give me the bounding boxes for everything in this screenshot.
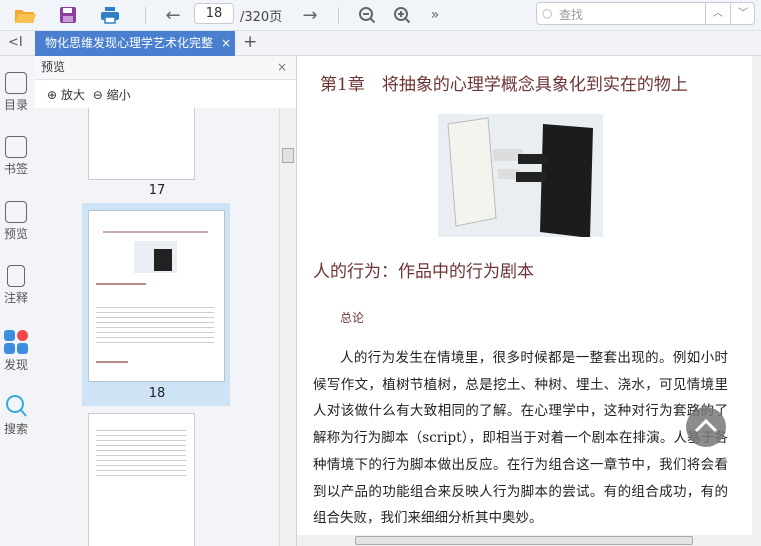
sidebar-item-notes[interactable]: 注释 [0,265,32,306]
sidebar-label: 发现 [3,358,28,372]
zoom-in-button[interactable]: ⊕ 放大 [47,88,85,102]
add-tab-button[interactable]: + [243,32,257,52]
save-icon[interactable] [55,3,81,27]
tab-title: 物化思维发现心理学艺术化完整 [45,36,214,50]
divider [338,7,339,24]
search-box[interactable]: ○ 查找 ︿ ﹀ [536,2,755,25]
preview-header: 预览 × [35,56,296,80]
thumbnail-selected[interactable]: 18 [82,203,230,406]
page-number-input[interactable]: 18 [194,3,234,24]
apps-icon [4,330,28,354]
subheading: 总论 [340,311,365,325]
search-next-button[interactable]: ﹀ [730,3,755,24]
search-prev-button[interactable]: ︿ [705,3,730,24]
thumbnail-page-17[interactable] [88,108,195,180]
tab-document[interactable]: 物化思维发现心理学艺术化完整 × [35,31,235,56]
thumbnail-list: 17 18 19 [35,108,279,546]
sidebar-item-discover[interactable]: 发现 [0,330,32,373]
zoom-out-icon: ⊖ [92,88,103,102]
sidebar-label: 预览 [3,227,28,241]
page-number-label: 17 [148,183,166,198]
preview-scrollbar[interactable] [279,108,296,546]
search-icon [5,394,27,418]
page-number-label: 18 [148,386,166,401]
search-icon: ○ [542,6,553,20]
page-total: /320页 [240,10,283,25]
folder-open-icon[interactable] [12,3,38,27]
note-icon [7,265,25,287]
sidebar-label: 注释 [3,291,28,305]
scroll-thumb[interactable] [355,536,693,545]
collapse-sidebar-button[interactable]: <I [8,35,23,50]
sidebar-label: 书签 [3,162,28,176]
list-icon [5,72,27,94]
divider [145,7,146,24]
document-horizontal-scrollbar[interactable] [297,535,761,546]
zoom-in-icon[interactable] [389,3,415,27]
arrow-left-icon[interactable]: ← [160,3,186,27]
scroll-thumb[interactable] [282,148,294,163]
chapter-title: 第1章 将抽象的心理学概念具象化到实在的物上 [320,75,688,95]
sidebar-label: 搜索 [3,422,28,436]
zoom-out-button[interactable]: ⊖ 缩小 [93,88,131,102]
chapter-image [438,114,603,238]
sidebar-item-toc[interactable]: 目录 [0,72,32,113]
zoom-out-label: 缩小 [106,88,131,102]
thumbnail-page-19[interactable]: 19 [88,413,195,546]
toolbar: ← 18 /320页 → » ○ 查找 ︿ ﹀ [0,0,761,31]
body-paragraph: 人的行为发生在情境里，很多时候都是一整套出现的。例如小时候写作文，植树节植树，总… [313,350,728,527]
back-to-top-button[interactable] [686,407,726,447]
preview-panel: 预览 × ⊕ 放大 ⊖ 缩小 17 18 19 [35,56,297,546]
zoom-in-label: 放大 [60,88,85,102]
sidebar-item-search[interactable]: 搜索 [0,394,32,437]
preview-close-icon[interactable]: × [277,56,287,79]
tab-close-icon[interactable]: × [217,31,231,56]
print-icon[interactable] [97,3,123,27]
document-vertical-scrollbar[interactable] [752,56,761,535]
zoom-in-icon: ⊕ [47,88,58,102]
preview-title: 预览 [41,60,66,74]
zoom-out-icon[interactable] [354,3,380,27]
sidebar: 目录 书签 预览 注释 发现 搜索 [0,56,35,546]
preview-zoom-row: ⊕ 放大 ⊖ 缩小 [35,80,296,108]
section-title: 人的行为：作品中的行为剧本 [313,262,534,282]
pages-icon [5,201,27,223]
arrow-right-icon[interactable]: → [297,3,323,27]
sidebar-item-preview[interactable]: 预览 [0,201,32,242]
tab-bar: <I 物化思维发现心理学艺术化完整 × + [0,31,761,56]
thumbnail-page-18 [88,210,225,382]
document-view: 第1章 将抽象的心理学概念具象化到实在的物上 人的行为：作品中的行为剧本 总论 … [297,56,752,535]
bookmark-icon [5,136,27,158]
more-icon[interactable]: » [422,3,448,27]
search-input[interactable]: 查找 [559,6,583,23]
sidebar-label: 目录 [3,98,28,112]
sidebar-item-bookmarks[interactable]: 书签 [0,136,32,177]
